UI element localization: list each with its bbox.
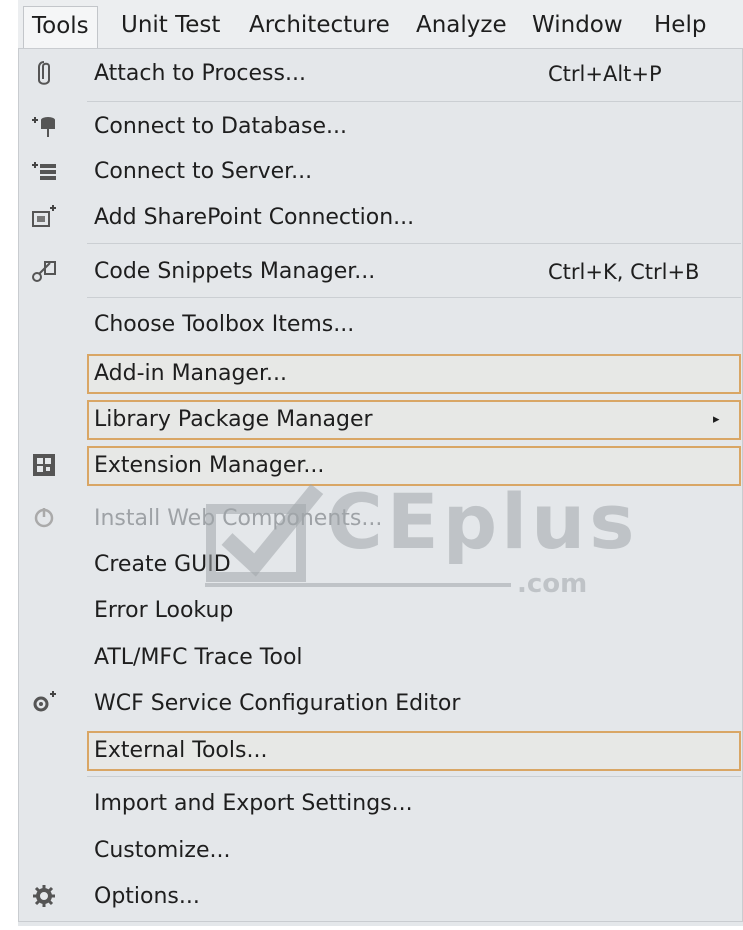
tools-menu-window: Tools Unit Test Architecture Analyze Win…	[18, 0, 743, 926]
shortcut-label: Ctrl+Alt+P	[548, 62, 662, 86]
menu-item-label: Import and Export Settings...	[94, 791, 413, 816]
tools-dropdown: Attach to Process... Ctrl+Alt+P Connect …	[18, 48, 743, 922]
menu-item-atl-mfc-trace-tool[interactable]: ATL/MFC Trace Tool	[19, 636, 742, 680]
menu-separator	[87, 776, 741, 777]
menu-item-create-guid[interactable]: Create GUID	[19, 543, 742, 587]
menu-item-extension-manager[interactable]: Extension Manager...	[19, 444, 742, 488]
menu-item-label: Create GUID	[94, 552, 231, 577]
menu-item-label: Add-in Manager...	[94, 361, 287, 386]
menu-item-label: Customize...	[94, 838, 231, 863]
menu-item-connect-server[interactable]: Connect to Server...	[19, 150, 742, 194]
menu-unit-test[interactable]: Unit Test	[121, 8, 220, 42]
menu-item-customize[interactable]: Customize...	[19, 829, 742, 873]
menu-item-error-lookup[interactable]: Error Lookup	[19, 589, 742, 633]
connect-database-icon	[29, 111, 59, 141]
menu-window[interactable]: Window	[532, 8, 623, 42]
menu-item-label: WCF Service Configuration Editor	[94, 691, 461, 716]
menu-architecture[interactable]: Architecture	[249, 8, 390, 42]
menu-tools[interactable]: Tools	[23, 6, 98, 48]
menu-item-wcf-service-config-editor[interactable]: WCF Service Configuration Editor	[19, 682, 742, 726]
sharepoint-connection-icon	[29, 202, 59, 232]
menu-item-choose-toolbox-items[interactable]: Choose Toolbox Items...	[19, 303, 742, 347]
menu-item-add-sharepoint-connection[interactable]: Add SharePoint Connection...	[19, 196, 742, 240]
connect-server-icon	[29, 156, 59, 186]
code-snippets-icon	[29, 256, 59, 286]
extension-manager-icon	[29, 450, 59, 480]
menu-separator	[87, 243, 741, 244]
install-web-components-icon	[29, 503, 59, 533]
menu-item-label: Connect to Database...	[94, 114, 347, 139]
menu-item-label: Code Snippets Manager...	[94, 259, 376, 284]
menu-item-install-web-components: Install Web Components...	[19, 497, 742, 541]
menu-item-options[interactable]: Options...	[19, 875, 742, 919]
menu-item-label: Attach to Process...	[94, 61, 306, 86]
menu-item-label: Connect to Server...	[94, 159, 313, 184]
menu-item-label: Error Lookup	[94, 598, 234, 623]
menu-separator	[87, 101, 741, 102]
menu-item-label: External Tools...	[94, 738, 268, 763]
menu-analyze[interactable]: Analyze	[416, 8, 507, 42]
menu-item-label: Extension Manager...	[94, 453, 325, 478]
menu-item-external-tools[interactable]: External Tools...	[19, 729, 742, 773]
menu-item-label: ATL/MFC Trace Tool	[94, 645, 303, 670]
submenu-arrow-icon: ▸	[713, 412, 720, 427]
menu-item-label: Add SharePoint Connection...	[94, 205, 415, 230]
menu-item-connect-database[interactable]: Connect to Database...	[19, 105, 742, 149]
menu-item-add-in-manager[interactable]: Add-in Manager...	[19, 352, 742, 396]
menu-item-code-snippets-manager[interactable]: Code Snippets Manager... Ctrl+K, Ctrl+B	[19, 250, 742, 294]
attach-process-icon	[29, 58, 59, 88]
options-gear-icon	[29, 881, 59, 911]
shortcut-label: Ctrl+K, Ctrl+B	[548, 260, 700, 284]
menu-help[interactable]: Help	[654, 8, 706, 42]
menu-item-library-package-manager[interactable]: Library Package Manager ▸	[19, 398, 742, 442]
menu-item-label: Install Web Components...	[94, 506, 383, 531]
menu-item-label: Library Package Manager	[94, 407, 373, 432]
menu-item-label: Choose Toolbox Items...	[94, 312, 355, 337]
menu-item-attach-to-process[interactable]: Attach to Process... Ctrl+Alt+P	[19, 52, 742, 96]
menu-item-label: Options...	[94, 884, 200, 909]
menu-bar: Tools Unit Test Architecture Analyze Win…	[18, 0, 743, 48]
wcf-config-icon	[29, 688, 59, 718]
menu-item-import-export-settings[interactable]: Import and Export Settings...	[19, 782, 742, 826]
menu-separator	[87, 297, 741, 298]
